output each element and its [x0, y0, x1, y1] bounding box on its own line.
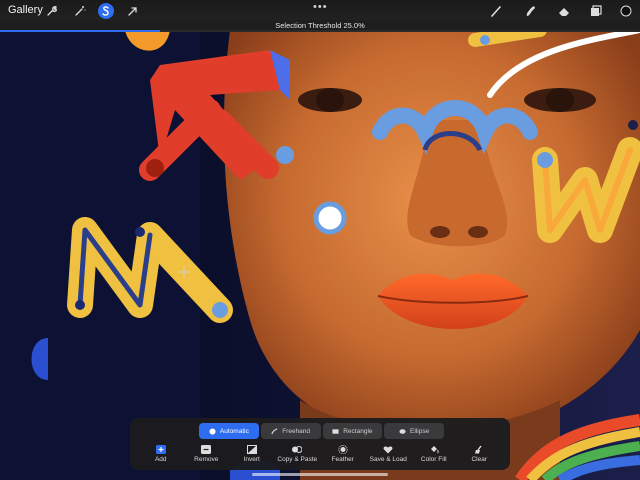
- action-label: Add: [154, 456, 167, 463]
- color-swatch[interactable]: [618, 3, 634, 19]
- automatic-dot-icon: [209, 427, 216, 435]
- selection-actions: Add Remove Invert Copy & Paste Feather S…: [138, 445, 502, 469]
- mode-freehand[interactable]: Freehand: [260, 423, 321, 439]
- smudge-icon[interactable]: [522, 3, 538, 19]
- heart-icon: [383, 446, 393, 454]
- rectangle-icon: [332, 428, 339, 434]
- mode-automatic[interactable]: Automatic: [199, 423, 259, 439]
- mode-rectangle[interactable]: Rectangle: [322, 423, 383, 439]
- mode-label: Automatic: [219, 427, 249, 435]
- feather-button[interactable]: Feather: [320, 445, 366, 469]
- transform-arrow-icon[interactable]: [125, 3, 141, 19]
- wrench-icon[interactable]: [44, 3, 60, 19]
- action-label: Remove: [194, 456, 219, 463]
- action-label: Feather: [331, 456, 354, 463]
- mode-label: Freehand: [282, 427, 311, 435]
- clear-button[interactable]: Clear: [457, 445, 503, 469]
- more-options-icon[interactable]: •••: [313, 1, 328, 13]
- selection-threshold-banner: Selection Threshold 25.0%: [0, 20, 640, 30]
- action-label: Invert: [243, 456, 260, 463]
- action-label: Color Fill: [420, 456, 447, 463]
- gallery-button[interactable]: Gallery: [8, 4, 43, 16]
- selection-icon[interactable]: [98, 3, 114, 19]
- clear-brush-icon: [475, 445, 482, 454]
- invert-button[interactable]: Invert: [229, 445, 275, 469]
- action-label: Save & Load: [369, 456, 407, 463]
- mode-label: Rectangle: [343, 427, 373, 435]
- eraser-icon[interactable]: [556, 3, 572, 19]
- mode-label: Ellipse: [410, 427, 430, 435]
- magic-wand-icon[interactable]: [72, 3, 88, 19]
- copy-paste-button[interactable]: Copy & Paste: [275, 445, 321, 469]
- selection-modes: Automatic Freehand Rectangle Ellipse: [198, 423, 445, 439]
- save-load-button[interactable]: Save & Load: [366, 445, 412, 469]
- layers-icon[interactable]: [588, 3, 604, 19]
- add-icon: [155, 445, 166, 454]
- color-fill-icon: [430, 446, 439, 454]
- add-button[interactable]: Add: [138, 445, 184, 469]
- mode-ellipse[interactable]: Ellipse: [384, 423, 444, 439]
- brush-icon[interactable]: [488, 3, 504, 19]
- copy-paste-icon: [292, 446, 303, 453]
- artwork-canvas[interactable]: [0, 0, 640, 480]
- color-fill-button[interactable]: Color Fill: [411, 445, 457, 469]
- invert-icon: [246, 445, 257, 454]
- remove-icon: [201, 445, 212, 454]
- remove-button[interactable]: Remove: [184, 445, 230, 469]
- action-label: Copy & Paste: [277, 456, 318, 463]
- selection-threshold-label: Selection Threshold 25.0%: [275, 21, 365, 30]
- action-label: Clear: [471, 456, 488, 463]
- top-toolbar: Gallery •••: [0, 0, 640, 22]
- home-indicator: [252, 473, 388, 476]
- selection-panel: Automatic Freehand Rectangle Ellipse Add…: [130, 418, 510, 470]
- freehand-icon: [271, 427, 278, 434]
- threshold-slider-fill[interactable]: [0, 30, 160, 32]
- feather-icon: [338, 445, 348, 454]
- ellipse-icon: [399, 428, 406, 434]
